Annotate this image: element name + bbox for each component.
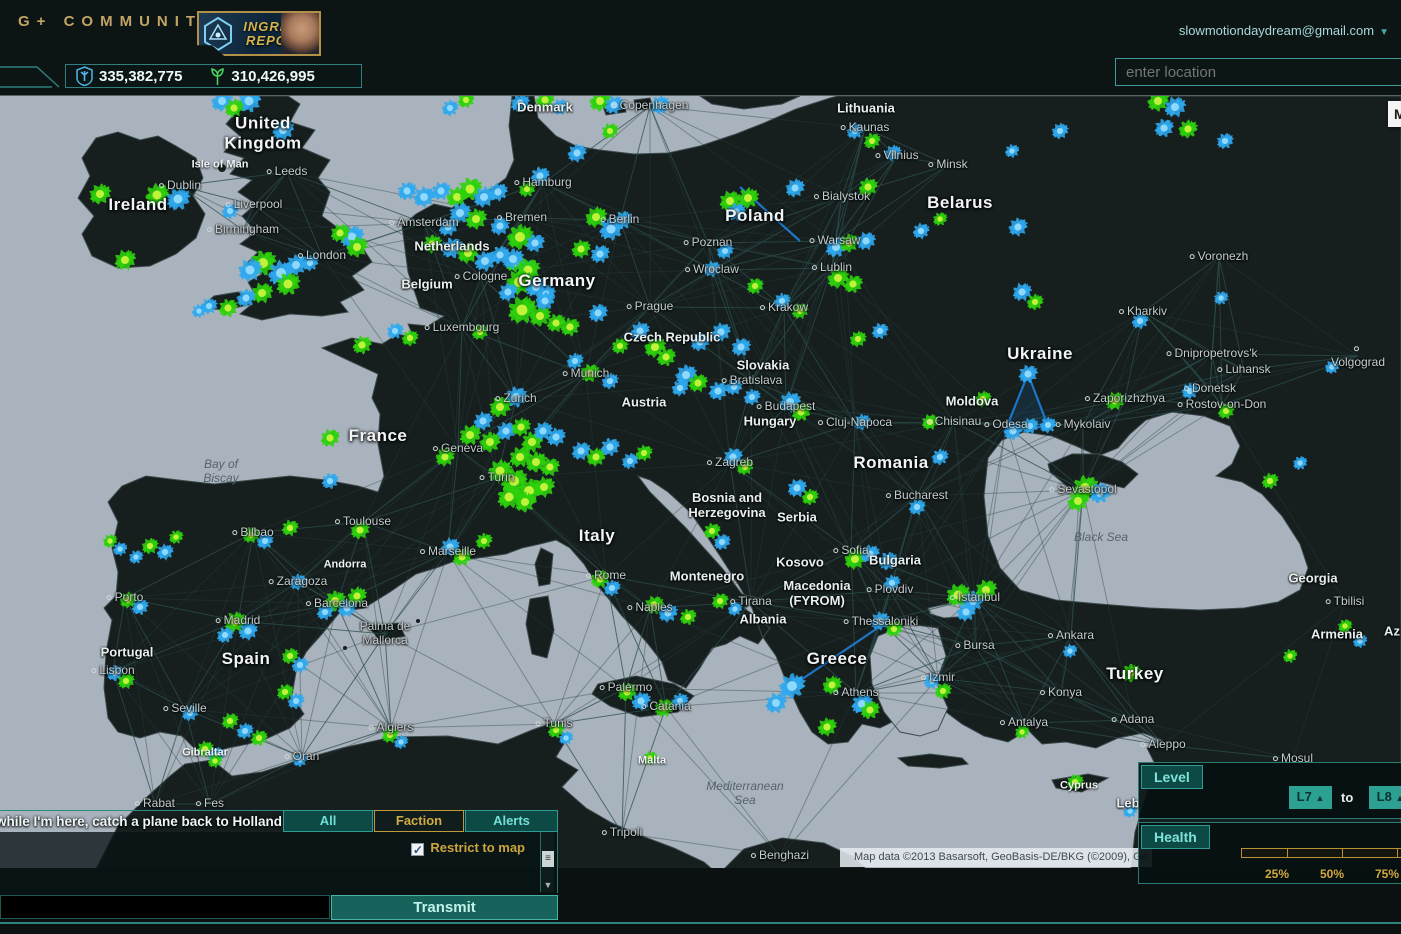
portal-cluster[interactable] — [1121, 664, 1141, 683]
enlightened-icon — [210, 66, 225, 86]
intel-map[interactable]: Map data ©2013 Basarsoft, GeoBasis-DE/BK… — [0, 95, 1401, 868]
portal-cluster[interactable] — [603, 580, 621, 596]
resistance-icon — [76, 66, 93, 86]
level-to-select[interactable]: L8 ▲ — [1369, 786, 1401, 809]
chat-scrollbar[interactable]: ≡ ▼ — [540, 832, 554, 892]
header-bar: G+ COMMUNITY INGRESS REPORT 335,382,775 — [0, 0, 1401, 95]
triangle-up-icon: ▲ — [1315, 793, 1324, 803]
portal-cluster[interactable] — [287, 693, 305, 709]
health-filter-panel: Health 25% 50% 75% — [1138, 822, 1401, 884]
community-link[interactable]: G+ COMMUNITY — [18, 13, 219, 30]
health-tick-75: 75% — [1375, 867, 1399, 881]
restrict-to-map-control[interactable]: ✓ Restrict to map — [411, 840, 525, 856]
level-filter-panel: Level L7 ▲ to L8 ▲ — [1138, 762, 1401, 819]
health-tick-50: 50% — [1320, 867, 1344, 881]
level-label: Level — [1141, 765, 1203, 789]
location-search-input[interactable] — [1115, 58, 1401, 86]
banner-anchor-photo — [281, 13, 319, 54]
portal-cluster[interactable] — [401, 330, 419, 346]
health-tick-25: 25% — [1265, 867, 1289, 881]
level-to-text: to — [1341, 790, 1353, 805]
level-from-select[interactable]: L7 ▲ — [1289, 786, 1332, 809]
account-menu[interactable]: slowmotiondaydream@gmail.com ▼ — [1179, 23, 1389, 38]
chat-input[interactable] — [0, 895, 330, 919]
map-canvas[interactable] — [0, 96, 1401, 868]
map-attribution: Map data ©2013 Basarsoft, GeoBasis-DE/BK… — [840, 848, 1152, 867]
portal-cluster[interactable] — [671, 693, 689, 709]
chat-body: ✓ Restrict to map — [0, 832, 558, 893]
ingress-logo-icon — [203, 17, 233, 51]
portal-cluster[interactable] — [514, 492, 537, 513]
faction-score-bar: 335,382,775 310,426,995 — [65, 64, 362, 88]
transmit-button[interactable]: Transmit — [331, 895, 558, 920]
scroll-up-button[interactable]: ≡ — [542, 851, 554, 867]
triangle-up-icon: ▲ — [1395, 793, 1401, 803]
health-label: Health — [1141, 825, 1210, 849]
chevron-down-icon: ▼ — [1379, 27, 1389, 38]
tab-faction[interactable]: Faction — [374, 810, 464, 832]
bottom-divider-line — [0, 922, 1401, 924]
ingress-report-banner[interactable]: INGRESS REPORT — [197, 11, 321, 56]
ingress-intel-page: G+ COMMUNITY INGRESS REPORT 335,382,775 — [0, 0, 1401, 934]
resistance-score: 335,382,775 — [99, 68, 182, 85]
health-slider[interactable] — [1241, 848, 1401, 858]
tab-all[interactable]: All — [283, 810, 373, 832]
comm-panel: while I'm here, catch a plane back to Ho… — [0, 810, 558, 922]
chat-message: while I'm here, catch a plane back to Ho… — [0, 814, 288, 832]
map-canvas-layers[interactable] — [0, 96, 1401, 868]
map-type-button[interactable]: M — [1388, 101, 1401, 127]
restrict-checkbox[interactable]: ✓ — [411, 843, 424, 856]
enlightened-score: 310,426,995 — [231, 68, 314, 85]
tab-alerts[interactable]: Alerts — [465, 810, 558, 832]
chat-input-row: Transmit — [0, 895, 558, 921]
restrict-label: Restrict to map — [430, 840, 525, 855]
scroll-down-button[interactable]: ▼ — [542, 879, 554, 891]
account-email: slowmotiondaydream@gmail.com — [1179, 23, 1374, 38]
